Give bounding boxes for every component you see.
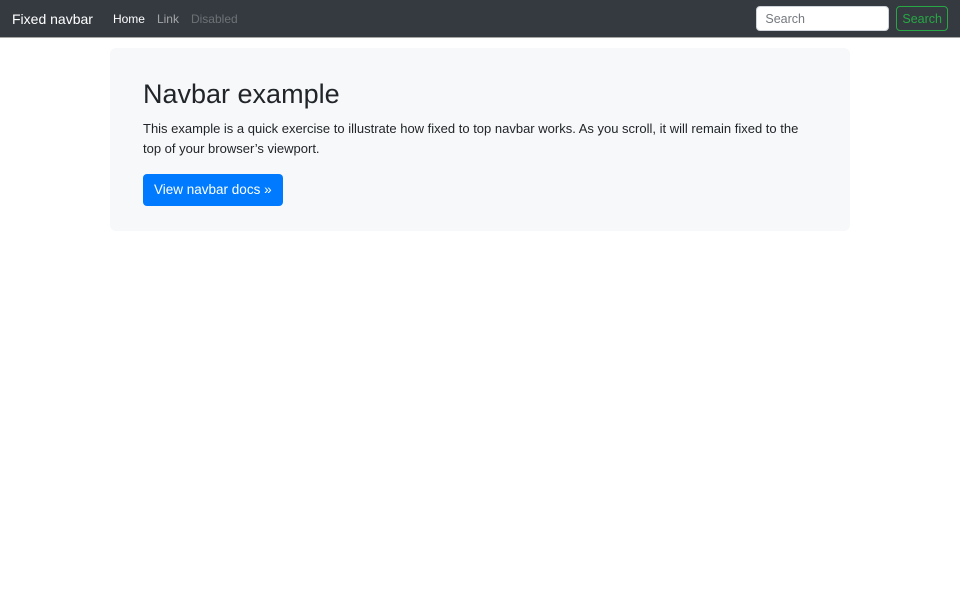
jumbotron: Navbar example This example is a quick e… <box>110 48 850 231</box>
navbar-nav: Home Link Disabled <box>107 12 244 26</box>
jumbotron-description: This example is a quick exercise to illu… <box>143 119 817 158</box>
nav-item-disabled: Disabled <box>185 12 244 26</box>
search-input[interactable] <box>756 6 889 31</box>
top-navbar: Fixed navbar Home Link Disabled Search <box>0 0 960 37</box>
nav-item-home[interactable]: Home <box>107 12 151 26</box>
page-title: Navbar example <box>143 78 817 110</box>
navbar-search-form: Search <box>756 6 948 31</box>
nav-item-link[interactable]: Link <box>151 12 185 26</box>
navbar-brand[interactable]: Fixed navbar <box>12 11 93 27</box>
search-button[interactable]: Search <box>896 6 948 31</box>
view-navbar-docs-button[interactable]: View navbar docs » <box>143 174 283 206</box>
